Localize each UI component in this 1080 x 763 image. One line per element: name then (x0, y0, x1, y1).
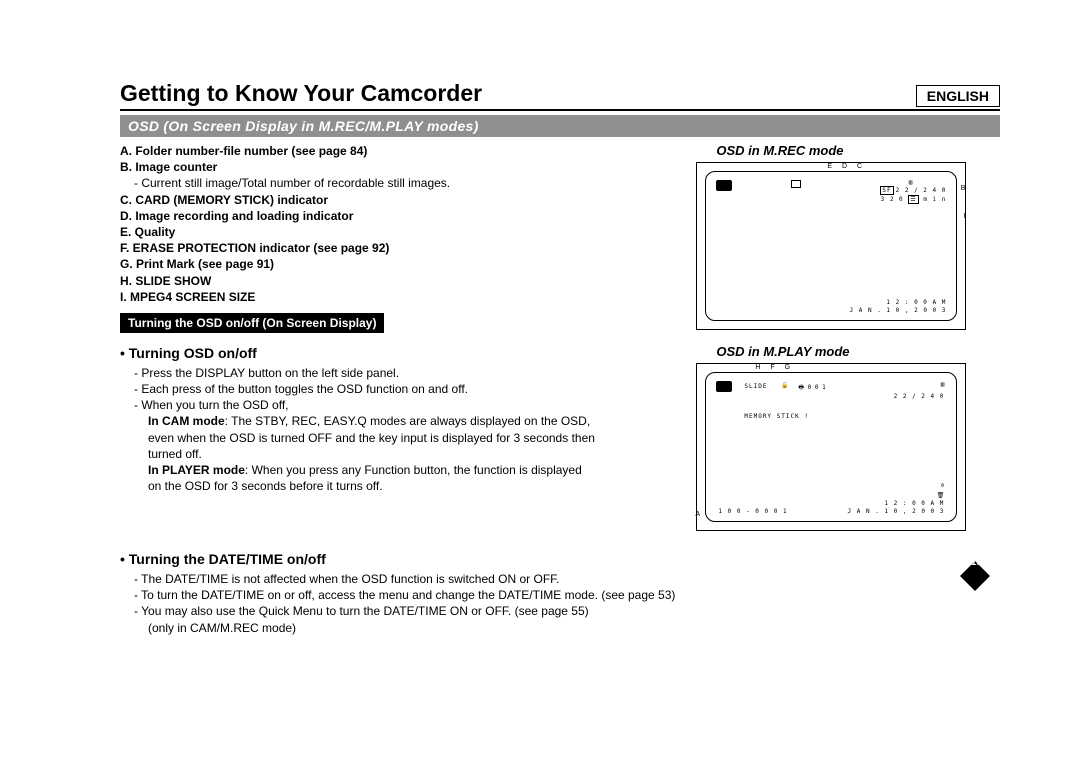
page-title: Getting to Know Your Camcorder (120, 80, 1000, 111)
turning-datetime-body: - The DATE/TIME is not affected when the… (120, 571, 1000, 636)
osd-line: In PLAYER mode: When you press any Funct… (120, 462, 643, 478)
osd-rec-box: OSD in M.REC mode E D C B I ▥ SF2 2 / 2 … (696, 143, 966, 330)
item-b-sub: - Current still image/Total number of re… (120, 175, 643, 191)
language-box: ENGLISH (916, 85, 1000, 107)
osd-rec-frame: E D C B I ▥ SF2 2 / 2 4 0 3 2 0 ☰ m i n … (696, 162, 966, 330)
quality-icon (791, 180, 801, 188)
left-column: A. Folder number-file number (see page 8… (120, 143, 643, 545)
item-f: F. ERASE PROTECTION indicator (see page … (120, 240, 643, 256)
player-mode-text: : When you press any Function button, th… (245, 463, 582, 477)
cam-mode-text: : The STBY, REC, EASY.Q modes are always… (225, 414, 591, 428)
rec-date: J A N . 1 0 , 2 0 0 3 (850, 307, 947, 314)
item-i: I. MPEG4 SCREEN SIZE (120, 289, 643, 305)
item-a: A. Folder number-file number (see page 8… (120, 143, 643, 159)
dt-line: - To turn the DATE/TIME on or off, acces… (120, 587, 1000, 603)
play-ms: MEMORY STICK ! (744, 413, 809, 420)
item-b: B. Image counter (120, 159, 643, 175)
label-b: B (961, 185, 966, 192)
black-label: Turning the OSD on/off (On Screen Displa… (120, 313, 384, 333)
item-g: G. Print Mark (see page 91) (120, 256, 643, 272)
osd-line: on the OSD for 3 seconds before it turns… (120, 478, 643, 494)
osd-rec-caption: OSD in M.REC mode (696, 143, 966, 158)
right-column: OSD in M.REC mode E D C B I ▥ SF2 2 / 2 … (663, 143, 1000, 545)
dt-line: - You may also use the Quick Menu to tur… (120, 603, 1000, 619)
osd-line: - Press the DISPLAY button on the left s… (120, 365, 643, 381)
label-a: A (695, 511, 700, 518)
item-e: E. Quality (120, 224, 643, 240)
player-mode-label: In PLAYER mode (148, 463, 245, 477)
osd-play-caption: OSD in M.PLAY mode (696, 344, 966, 359)
osd-line: - Each press of the button toggles the O… (120, 381, 643, 397)
play-time: 1 2 : 0 0 A M (884, 500, 944, 507)
turning-osd-body: - Press the DISPLAY button on the left s… (120, 365, 643, 495)
rec-counter: SF2 2 / 2 4 0 (880, 187, 946, 194)
osd-line: In CAM mode: The STBY, REC, EASY.Q modes… (120, 413, 643, 429)
turning-datetime-heading: • Turning the DATE/TIME on/off (120, 551, 1000, 567)
osd-play-box: OSD in M.PLAY mode H F G A SLIDE 🔒 🖶 0 0… (696, 344, 966, 531)
osd-line: even when the OSD is turned OFF and the … (120, 430, 643, 446)
trash-icon: 🗑 (937, 492, 945, 499)
play-ratio: 2 2 / 2 4 0 (894, 393, 945, 400)
lock-icon: 🔒 (781, 382, 788, 389)
item-list: A. Folder number-file number (see page 8… (120, 143, 643, 305)
page-number: 19 (971, 557, 982, 568)
play-folder: 1 0 0 - 0 0 0 1 (718, 508, 787, 515)
print-icon: 🖶 0 0 1 (798, 383, 825, 393)
label-i: I (963, 213, 965, 220)
battery-icon (716, 180, 732, 191)
label-edc: E D C (827, 163, 866, 170)
rec-size: 3 2 0 ☰ m i n (881, 196, 947, 203)
section-bar: OSD (On Screen Display in M.REC/M.PLAY m… (120, 115, 1000, 137)
osd-line: - When you turn the OSD off, (120, 397, 643, 413)
card-icon: ▥ (941, 381, 945, 388)
rec-time: 1 2 : 0 0 A M (886, 299, 946, 306)
turning-osd-heading: • Turning OSD on/off (120, 345, 643, 361)
dt-line: (only in CAM/M.REC mode) (120, 620, 1000, 636)
osd-line: turned off. (120, 446, 643, 462)
cam-mode-label: In CAM mode (148, 414, 225, 428)
protect-icon: ⊘ (941, 482, 945, 489)
label-hfg: H F G (755, 364, 794, 371)
item-h: H. SLIDE SHOW (120, 273, 643, 289)
osd-play-screen: SLIDE 🔒 🖶 0 0 1 ▥ 2 2 / 2 4 0 MEMORY STI… (705, 372, 957, 522)
play-slide: SLIDE (744, 383, 767, 390)
card-icon: ▥ (909, 179, 913, 186)
item-c: C. CARD (MEMORY STICK) indicator (120, 192, 643, 208)
battery-icon (716, 381, 732, 392)
osd-rec-screen: ▥ SF2 2 / 2 4 0 3 2 0 ☰ m i n 1 2 : 0 0 … (705, 171, 957, 321)
play-date: J A N . 1 0 , 2 0 0 3 (848, 508, 945, 515)
dt-line: - The DATE/TIME is not affected when the… (120, 571, 1000, 587)
item-d: D. Image recording and loading indicator (120, 208, 643, 224)
osd-play-frame: H F G A SLIDE 🔒 🖶 0 0 1 ▥ 2 2 / 2 4 0 ME… (696, 363, 966, 531)
